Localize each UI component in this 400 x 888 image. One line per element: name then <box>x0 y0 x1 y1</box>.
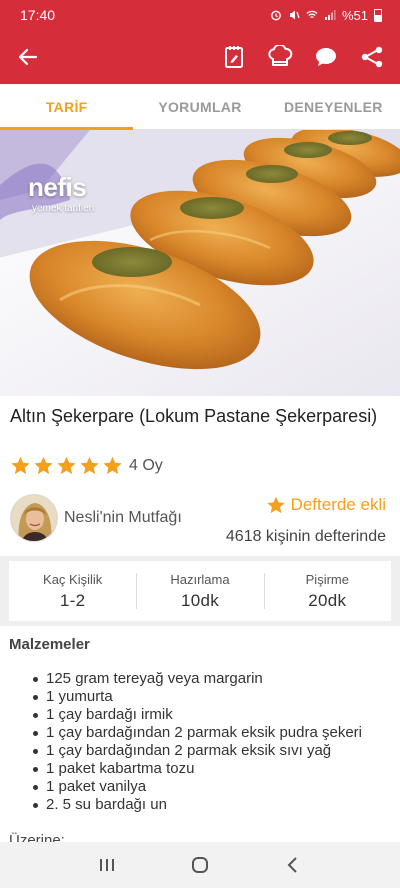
app-bar-actions <box>220 43 386 71</box>
system-back-button[interactable] <box>273 845 313 885</box>
ingredients-title: Malzemeler <box>9 636 90 653</box>
author[interactable]: Nesli'nin Mutfağı <box>10 494 182 542</box>
chef-hat-icon <box>268 45 293 66</box>
avatar[interactable] <box>10 494 58 542</box>
cook-time-info: Pişirme 20dk <box>263 561 391 621</box>
recipe-info: Kaç Kişilik 1-2 Hazırlama 10dk Pişirme 2… <box>0 556 400 626</box>
author-photo <box>11 495 57 541</box>
app-bar <box>0 30 400 84</box>
status-icons: %51 <box>270 8 382 23</box>
saved-count: 4618 kişinin defterinde <box>225 528 386 545</box>
prep-time-value: 10dk <box>180 590 220 610</box>
comment-icon <box>316 48 336 66</box>
home-icon <box>191 857 208 873</box>
servings-info: Kaç Kişilik 1-2 <box>9 561 136 621</box>
prep-time-info: Hazırlama 10dk <box>136 561 263 621</box>
recent-apps-icon <box>99 859 114 871</box>
list-item: 125 gram tereyağ veya margarin <box>28 670 393 688</box>
signal-icon <box>324 10 336 20</box>
list-item: 1 paket kabartma tozu <box>28 760 393 778</box>
wifi-icon <box>306 10 318 19</box>
system-nav-bar <box>0 842 400 888</box>
cook-time-value: 20dk <box>308 590 347 610</box>
star-icon <box>57 456 76 475</box>
star-icon <box>11 456 30 475</box>
list-item: 2. 5 su bardağı un <box>28 796 393 814</box>
list-item: 1 paket vanilya <box>28 778 393 796</box>
sekerpare-photo <box>0 130 400 396</box>
battery-icon <box>374 8 382 22</box>
author-name[interactable]: Nesli'nin Mutfağı <box>64 509 182 527</box>
recipe-title: Altın Şekerpare (Lokum Pastane Şekerpare… <box>10 406 378 426</box>
star-icon <box>80 456 99 475</box>
back-button[interactable] <box>14 43 42 71</box>
list-item: 1 çay bardağından 2 parmak eksik pudra ş… <box>28 724 393 742</box>
tab-tarif[interactable]: TARİF <box>0 84 134 130</box>
star-icon <box>103 456 122 475</box>
notebook-button[interactable] <box>220 43 248 71</box>
saved-label: Defterde ekli <box>290 495 386 514</box>
recent-apps-button[interactable] <box>87 845 127 885</box>
ingredients-list: 125 gram tereyağ veya margarin 1 yumurta… <box>28 670 393 814</box>
recipe-photo: nefis yemek tarifleri <box>0 130 400 396</box>
chef-button[interactable] <box>266 43 294 71</box>
notebook-icon <box>225 46 243 68</box>
arrow-left-icon <box>18 48 38 66</box>
home-button[interactable] <box>180 845 220 885</box>
nefis-logo-subtitle: yemek tarifleri <box>32 203 95 214</box>
servings-value: 1-2 <box>59 590 86 610</box>
share-button[interactable] <box>358 43 386 71</box>
tab-yorumlar[interactable]: YORUMLAR <box>133 84 266 129</box>
star-icon <box>34 456 53 475</box>
nefis-logo: nefis <box>28 172 87 202</box>
comment-button[interactable] <box>312 43 340 71</box>
alarm-icon <box>271 10 281 21</box>
rating[interactable]: 4 Oy <box>10 455 163 476</box>
status-time: 17:40 <box>20 7 56 23</box>
servings-label: Kaç Kişilik <box>43 571 103 587</box>
recipe-tabs: TARİF YORUMLAR DENEYENLER <box>0 84 400 130</box>
saved-to-notebook-button[interactable]: Defterde ekli <box>266 495 386 515</box>
rating-count: 4 Oy <box>129 456 163 474</box>
mute-icon <box>289 10 300 20</box>
list-item: 1 yumurta <box>28 688 393 706</box>
prep-time-label: Hazırlama <box>170 571 230 587</box>
chevron-left-icon <box>287 857 298 873</box>
topping-section-title: Üzerine: <box>9 832 65 842</box>
star-icon <box>266 496 285 514</box>
list-item: 1 çay bardağından 2 parmak eksik sıvı ya… <box>28 742 393 760</box>
list-item: 1 çay bardağı irmik <box>28 706 393 724</box>
cook-time-label: Pişirme <box>305 571 349 587</box>
tab-deneyenler[interactable]: DENEYENLER <box>267 84 400 129</box>
share-icon <box>361 46 383 68</box>
recipe-info-card: Kaç Kişilik 1-2 Hazırlama 10dk Pişirme 2… <box>9 561 391 621</box>
battery-percent: %51 <box>341 7 368 23</box>
status-bar: 17:40 %51 <box>0 0 400 30</box>
